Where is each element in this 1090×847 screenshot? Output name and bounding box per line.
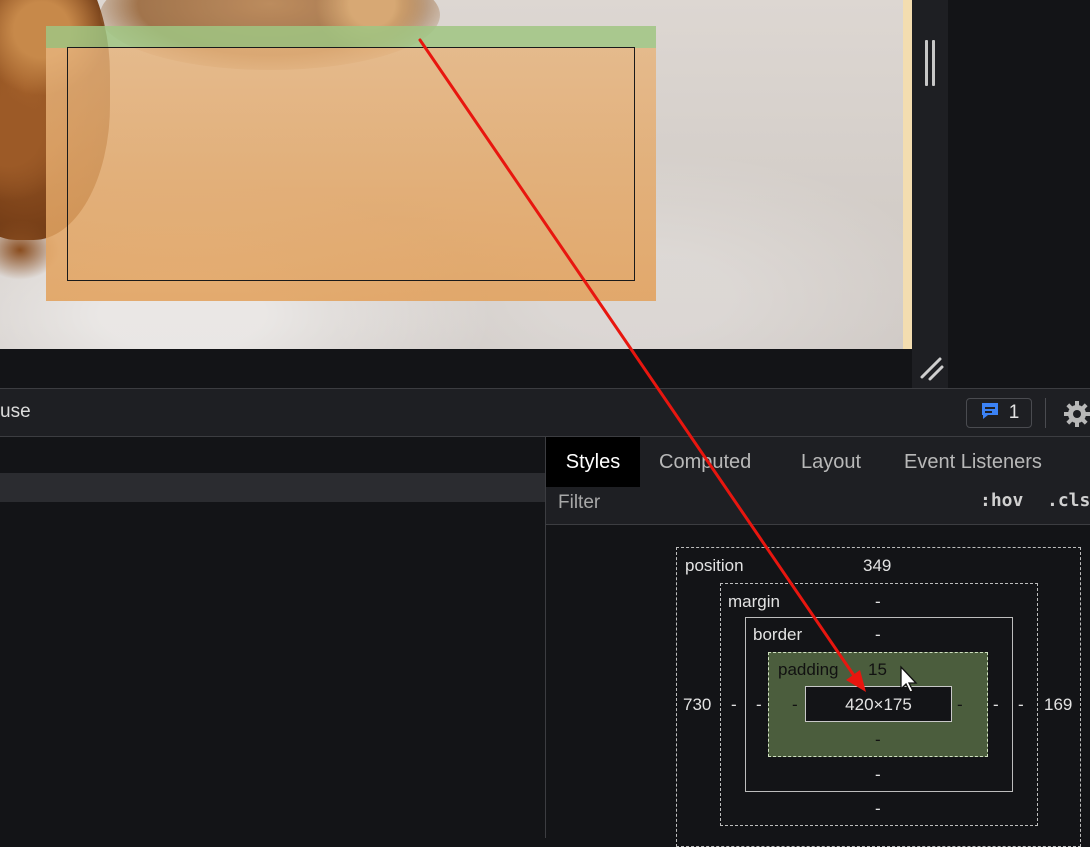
margin-right-value[interactable]: - <box>1018 695 1024 715</box>
toolbar-partial-label: use <box>0 401 31 422</box>
hover-state-button[interactable]: :hov <box>980 490 1023 511</box>
margin-highlight <box>46 26 656 48</box>
drag-handle-icon[interactable] <box>925 40 936 86</box>
box-model-content[interactable]: 420×175 <box>805 686 952 722</box>
padding-top-value[interactable]: 15 <box>868 660 887 680</box>
resize-corner-icon[interactable] <box>918 355 946 383</box>
side-area <box>948 0 1090 388</box>
border-label: border <box>753 625 803 644</box>
selected-element-row[interactable] <box>0 473 545 502</box>
tab-event-listeners[interactable]: Event Listeners <box>904 437 1042 487</box>
tab-layout[interactable]: Layout <box>801 437 861 487</box>
padding-bottom-value[interactable]: - <box>875 730 881 750</box>
filter-input[interactable]: Filter <box>558 492 600 514</box>
class-toggle-button[interactable]: .cls <box>1047 490 1090 511</box>
content-size[interactable]: 420×175 <box>806 695 951 715</box>
border-top-value[interactable]: - <box>875 625 881 645</box>
issues-button[interactable]: 1 <box>966 398 1032 428</box>
filter-bar: Filter :hov .cls <box>546 487 1090 525</box>
issues-count: 1 <box>1008 402 1020 423</box>
border-left-value[interactable]: - <box>756 695 762 715</box>
content-highlight <box>67 47 635 281</box>
margin-label: margin <box>728 592 780 611</box>
devtools-toolbar: use 1 <box>0 388 1090 437</box>
margin-top-value[interactable]: - <box>875 592 881 612</box>
elements-panel <box>0 437 545 838</box>
styles-tabs: Styles Computed Layout Event Listeners <box>546 437 1090 487</box>
position-top-value[interactable]: 349 <box>863 556 891 576</box>
position-right-value[interactable]: 169 <box>1044 695 1072 715</box>
toolbar-divider <box>1045 398 1046 428</box>
padding-label: padding <box>778 660 839 679</box>
padding-right-value[interactable]: - <box>957 695 963 715</box>
chat-bubble-icon <box>979 400 1001 427</box>
border-right-value[interactable]: - <box>993 695 999 715</box>
position-bottom-value[interactable]: - <box>875 799 881 819</box>
position-left-value[interactable]: 730 <box>683 695 711 715</box>
margin-bottom-value[interactable]: - <box>875 765 881 785</box>
margin-left-value[interactable]: - <box>731 695 737 715</box>
gear-icon[interactable] <box>1063 400 1090 428</box>
preview-edge <box>903 0 912 349</box>
tab-computed[interactable]: Computed <box>659 437 751 487</box>
padding-left-value[interactable]: - <box>792 695 798 715</box>
tab-styles[interactable]: Styles <box>546 437 640 487</box>
position-label: position <box>685 556 744 575</box>
page-preview <box>0 0 912 349</box>
